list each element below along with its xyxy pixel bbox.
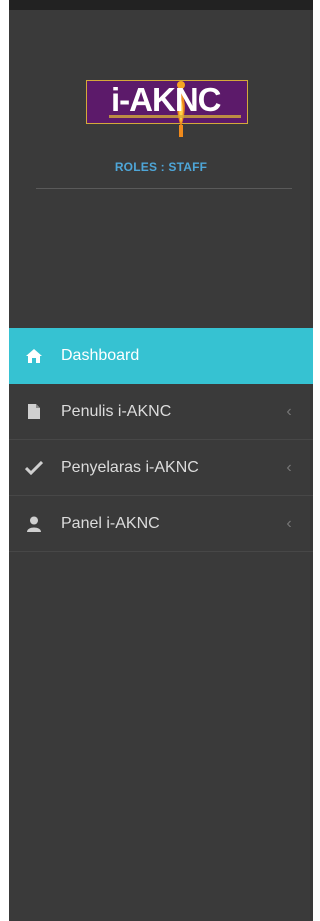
chevron-left-icon: ‹ [286,514,292,532]
file-icon [23,401,45,423]
page: i-AKNC ROLES : STAFF Dashboard Penulis i… [0,0,313,921]
app-logo[interactable]: i-AKNC [86,80,248,137]
logo-text: i-AKNC [111,81,221,118]
user-icon [23,513,45,535]
sidebar-menu: Dashboard Penulis i-AKNC ‹ Penyelaras i-… [9,328,313,552]
top-bar-strip [0,0,313,10]
sidebar-item-penulis[interactable]: Penulis i-AKNC ‹ [9,384,313,440]
chevron-left-icon: ‹ [286,402,292,420]
left-edge [0,0,9,921]
chevron-left-icon: ‹ [286,458,292,476]
sidebar-item-label: Panel i-AKNC [61,514,160,532]
sidebar-item-label: Dashboard [61,347,140,364]
brand-area: i-AKNC [9,66,313,146]
roles-label: ROLES : STAFF [114,160,208,174]
sidebar-item-panel[interactable]: Panel i-AKNC ‹ [9,496,313,552]
sidebar-item-label: Penyelaras i-AKNC [61,458,199,476]
logo-tagline-bar [109,115,241,118]
divider [36,188,292,189]
sidebar: i-AKNC ROLES : STAFF Dashboard Penulis i… [9,10,313,921]
sidebar-item-dashboard[interactable]: Dashboard [9,328,313,384]
check-icon [23,457,45,479]
sidebar-item-penyelaras[interactable]: Penyelaras i-AKNC ‹ [9,440,313,496]
sidebar-item-label: Penulis i-AKNC [61,402,172,420]
home-icon [23,345,45,367]
